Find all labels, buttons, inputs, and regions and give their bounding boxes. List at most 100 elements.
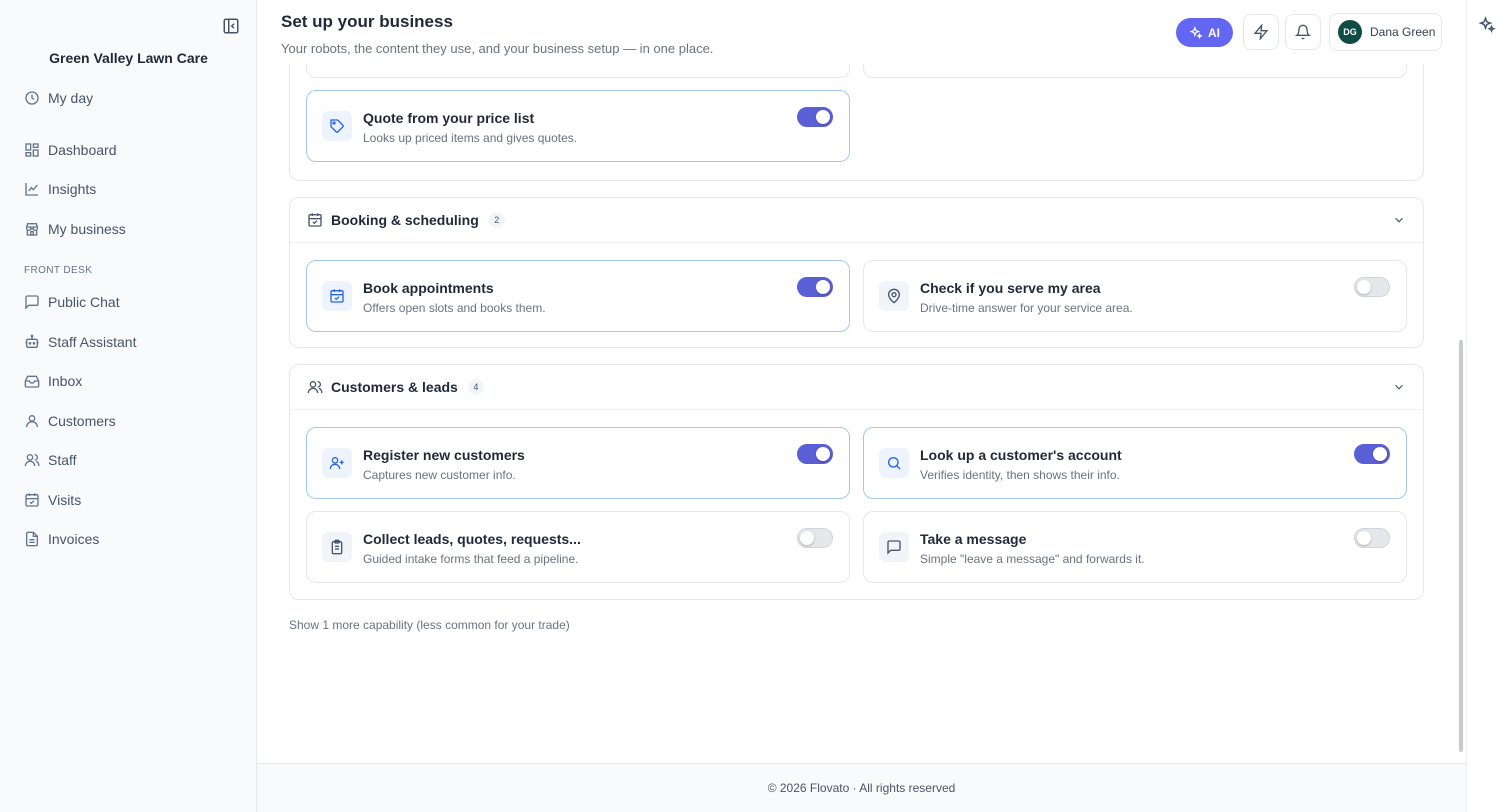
capability-description: Captures new customer info.: [363, 468, 516, 482]
capability-toggle[interactable]: [1354, 444, 1390, 464]
sidebar-item-label: My business: [48, 221, 126, 237]
capability-card-register-customers[interactable]: Register new customers Captures new cust…: [306, 427, 850, 499]
capability-title: Quote from your price list: [363, 110, 535, 126]
capability-title: Collect leads, quotes, requests...: [363, 531, 581, 547]
capability-toggle[interactable]: [797, 107, 833, 127]
capability-description: Verifies identity, then shows their info…: [920, 468, 1120, 482]
ai-button[interactable]: AI: [1176, 18, 1233, 47]
chevron-down-icon[interactable]: [1392, 380, 1406, 394]
bell-icon: [1295, 24, 1311, 40]
sidebar-collapse-icon[interactable]: [222, 17, 240, 35]
capability-title: Look up a customer's account: [920, 447, 1122, 463]
quick-actions-button[interactable]: [1243, 14, 1279, 50]
sidebar-item-label: Dashboard: [48, 142, 117, 158]
sidebar-item-label: Staff: [48, 452, 77, 468]
users-icon: [307, 379, 323, 395]
page-title: Set up your business: [281, 12, 453, 31]
capability-toggle[interactable]: [1354, 528, 1390, 548]
document-icon: [24, 531, 40, 547]
inbox-icon: [24, 373, 40, 389]
group-count-badge: 2: [488, 212, 505, 228]
group-count-badge: 4: [467, 379, 484, 395]
clipboard-icon: [322, 532, 352, 562]
sidebar-item-customers[interactable]: Customers: [24, 409, 234, 433]
page-subtitle: Your robots, the content they use, and y…: [281, 41, 714, 56]
group-header[interactable]: Booking & scheduling 2: [290, 198, 1423, 243]
capability-description: Guided intake forms that feed a pipeline…: [363, 552, 579, 566]
group-header[interactable]: Customers & leads 4: [290, 365, 1423, 410]
dashboard-icon: [24, 142, 40, 158]
capability-group-customers: Customers & leads 4 Register new custome…: [289, 364, 1424, 600]
capability-card-take-message[interactable]: Take a message Simple "leave a message" …: [863, 511, 1407, 583]
capability-title: Register new customers: [363, 447, 525, 463]
sidebar-item-invoices[interactable]: Invoices: [24, 527, 234, 551]
search-icon: [879, 448, 909, 478]
capability-toggle[interactable]: [797, 277, 833, 297]
show-more-link[interactable]: Show 1 more capability (less common for …: [289, 618, 570, 632]
store-icon: [24, 221, 40, 237]
user-name: Dana Green: [1370, 25, 1436, 39]
group-title: Booking & scheduling: [331, 212, 479, 228]
chat-bubble-icon: [24, 294, 40, 310]
capability-card-book-appointments[interactable]: Book appointments Offers open slots and …: [306, 260, 850, 332]
lightning-icon: [1253, 24, 1269, 40]
capability-toggle[interactable]: [797, 528, 833, 548]
sidebar-item-inbox[interactable]: Inbox: [24, 369, 234, 393]
chart-line-icon: [24, 181, 40, 197]
capability-toggle[interactable]: [797, 444, 833, 464]
calendar-check-icon: [307, 212, 323, 228]
capability-title: Check if you serve my area: [920, 280, 1101, 296]
capability-description: Offers open slots and books them.: [363, 301, 546, 315]
sidebar-item-label: Invoices: [48, 531, 100, 547]
capability-card-quote-price-list[interactable]: Quote from your price list Looks up pric…: [306, 90, 850, 162]
business-name: Green Valley Lawn Care: [49, 50, 208, 66]
capability-card-lookup-account[interactable]: Look up a customer's account Verifies id…: [863, 427, 1407, 499]
message-square-icon: [879, 532, 909, 562]
capability-card-collect-leads[interactable]: Collect leads, quotes, requests... Guide…: [306, 511, 850, 583]
calendar-check-icon: [24, 492, 40, 508]
capability-description: Simple "leave a message" and forwards it…: [920, 552, 1145, 566]
user-plus-icon: [322, 448, 352, 478]
sidebar-item-insights[interactable]: Insights: [24, 177, 234, 201]
sidebar-item-visits[interactable]: Visits: [24, 488, 234, 512]
notifications-button[interactable]: [1285, 14, 1321, 50]
calendar-check-icon: [322, 281, 352, 311]
assistant-sparkle-icon[interactable]: [1478, 16, 1496, 34]
sidebar-item-label: Staff Assistant: [48, 334, 137, 350]
sidebar-item-my-business[interactable]: My business: [24, 217, 234, 241]
capability-group-booking: Booking & scheduling 2 Book appointments…: [289, 197, 1424, 348]
chevron-down-icon[interactable]: [1392, 213, 1406, 227]
sidebar-item-label: Inbox: [48, 373, 83, 389]
capability-description: Looks up priced items and gives quotes.: [363, 131, 578, 145]
user-icon: [24, 413, 40, 429]
sidebar-item-label: Customers: [48, 413, 116, 429]
sidebar-item-dashboard[interactable]: Dashboard: [24, 138, 234, 162]
sidebar-item-label: Insights: [48, 181, 97, 197]
footer: © 2026 Flovato · All rights reserved: [257, 763, 1466, 812]
capability-title: Take a message: [920, 531, 1027, 547]
sidebar-item-public-chat[interactable]: Public Chat: [24, 290, 234, 314]
sidebar-item-staff[interactable]: Staff: [24, 448, 234, 472]
sidebar-item-my-day[interactable]: My day: [24, 86, 234, 110]
avatar: DG: [1338, 20, 1362, 44]
robot-icon: [24, 334, 40, 350]
ai-button-label: AI: [1208, 25, 1220, 40]
user-menu[interactable]: DG Dana Green: [1329, 13, 1442, 51]
group-title: Customers & leads: [331, 379, 458, 395]
capability-card-service-area[interactable]: Check if you serve my area Drive-time an…: [863, 260, 1407, 332]
sidebar-item-staff-assistant[interactable]: Staff Assistant: [24, 330, 234, 354]
tag-icon: [322, 111, 352, 141]
capability-description: Drive-time answer for your service area.: [920, 301, 1133, 315]
clock-icon: [24, 90, 40, 106]
sidebar-item-label: Public Chat: [48, 294, 120, 310]
sidebar-item-label: My day: [48, 90, 94, 106]
capability-toggle[interactable]: [1354, 277, 1390, 297]
users-icon: [24, 452, 40, 468]
right-rail: [1466, 0, 1506, 812]
sidebar-item-label: Visits: [48, 492, 82, 508]
map-pin-icon: [879, 281, 909, 311]
sparkles-icon: [1189, 25, 1203, 40]
capability-title: Book appointments: [363, 280, 494, 296]
scrollbar-thumb[interactable]: [1459, 340, 1463, 752]
sidebar: Green Valley Lawn Care My day Dashboard …: [0, 0, 257, 812]
